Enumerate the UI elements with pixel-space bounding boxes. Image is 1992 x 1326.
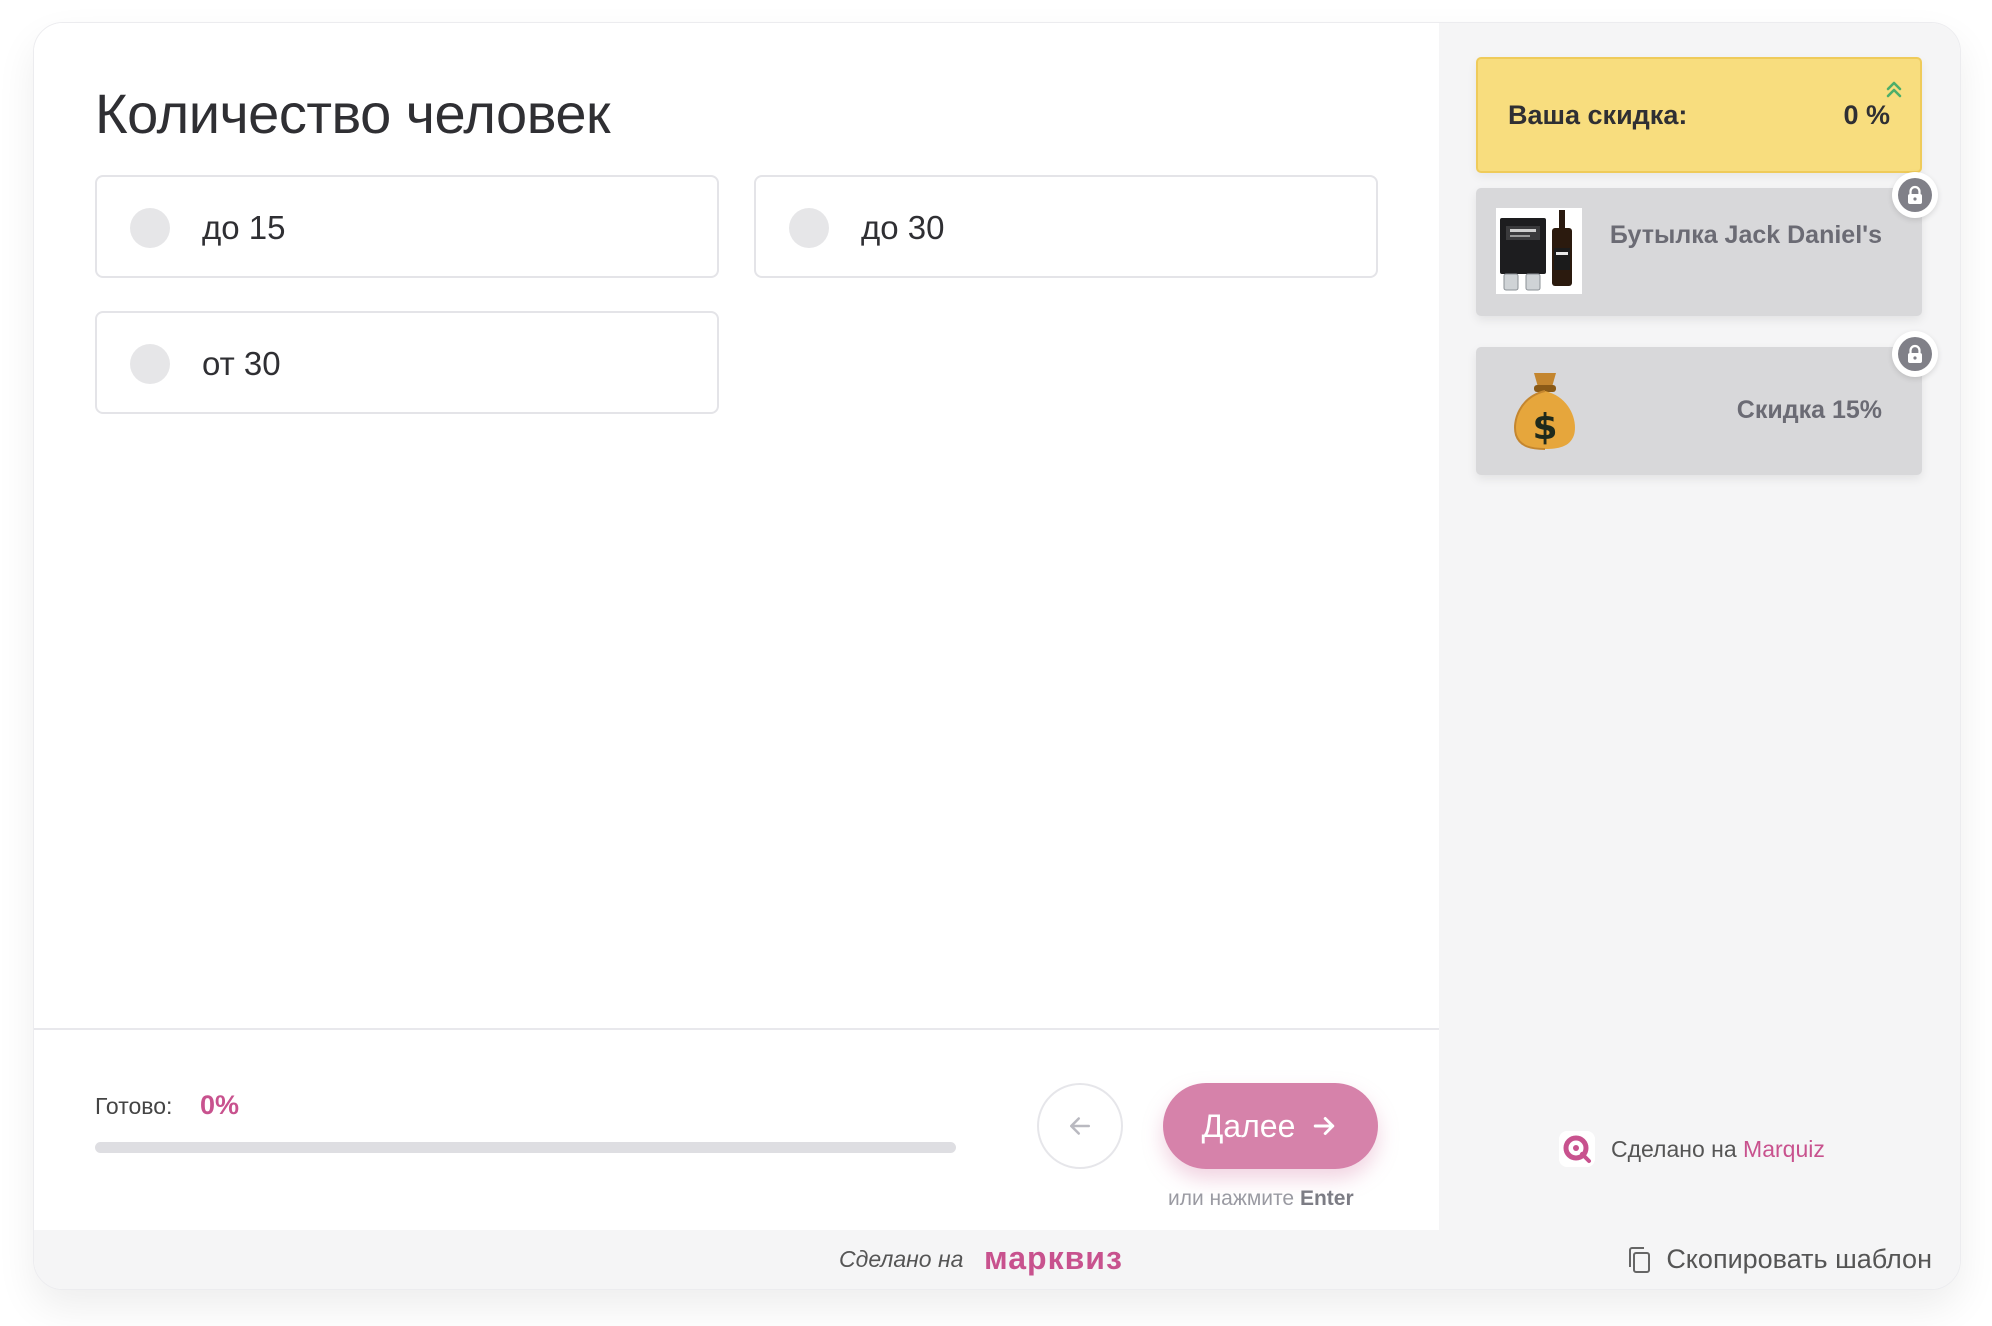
bonus-discount-15: $ Скидка 15% xyxy=(1476,331,1938,475)
arrow-right-icon xyxy=(1314,1117,1335,1135)
bonus-jack-daniels: Бутылка Jack Daniel's xyxy=(1476,172,1938,316)
bonus-label: Скидка 15% xyxy=(1736,396,1882,424)
discount-box: Ваша скидка: 0 % xyxy=(1476,57,1922,173)
option-from-30[interactable]: от 30 xyxy=(95,311,719,414)
option-label: до 30 xyxy=(861,209,945,246)
progress-percent: 0% xyxy=(200,1090,240,1120)
bonus-label: Бутылка Jack Daniel's xyxy=(1609,221,1882,249)
enter-hint: или нажмите Enter xyxy=(1168,1187,1354,1211)
hint-prefix: или нажмите xyxy=(1168,1187,1295,1210)
footer-bar: Сделано на марквиз Скопировать шаблон xyxy=(34,1230,1960,1289)
arrow-left-icon xyxy=(1070,1117,1090,1135)
sidebar: Ваша скидка: 0 % Бутылка Jack Daniel's $… xyxy=(1439,23,1960,1230)
discount-value: 0 % xyxy=(1843,100,1890,130)
whiskey-gift-image xyxy=(1496,208,1582,294)
quiz-card: Количество человек до 15 до 30 от 30 Гот… xyxy=(33,22,1961,1290)
marquiz-logo-icon xyxy=(1559,1131,1595,1167)
radio-circle[interactable] xyxy=(130,208,170,248)
question-title: Количество человек xyxy=(95,82,610,145)
back-button[interactable] xyxy=(1037,1083,1123,1169)
copy-icon xyxy=(1629,1246,1651,1273)
svg-text:$: $ xyxy=(1532,407,1557,448)
progress-label: Готово: xyxy=(95,1093,173,1119)
option-label: до 15 xyxy=(202,209,286,246)
next-button-label: Далее xyxy=(1201,1107,1296,1144)
progress-bar xyxy=(95,1142,956,1153)
hint-key: Enter xyxy=(1299,1187,1354,1210)
question-panel: Количество человек до 15 до 30 от 30 Гот… xyxy=(34,23,1439,1230)
double-chevron-up-icon xyxy=(1886,81,1902,98)
discount-label: Ваша скидка: xyxy=(1508,100,1688,130)
radio-circle[interactable] xyxy=(130,344,170,384)
made-brand: Marquiz xyxy=(1743,1135,1825,1162)
copy-template-label: Скопировать шаблон xyxy=(1666,1244,1932,1274)
option-up-to-15[interactable]: до 15 xyxy=(95,175,719,278)
lock-badge xyxy=(1892,172,1938,218)
next-button[interactable]: Далее xyxy=(1163,1083,1378,1169)
divider xyxy=(34,1028,1439,1030)
made-on-marquiz-link[interactable]: Сделано на Marquiz xyxy=(1559,1131,1825,1167)
made-prefix: Сделано на xyxy=(1611,1135,1737,1162)
radio-circle[interactable] xyxy=(789,208,829,248)
copy-template-button[interactable]: Скопировать шаблон xyxy=(1626,1244,1932,1275)
money-bag-icon: $ xyxy=(1514,373,1575,450)
footer-made-on: Сделано на xyxy=(839,1246,964,1272)
option-label: от 30 xyxy=(202,345,281,382)
option-up-to-30[interactable]: до 30 xyxy=(754,175,1378,278)
lock-icon xyxy=(1908,344,1922,363)
lock-badge xyxy=(1892,331,1938,377)
marquiz-logo[interactable]: марквиз xyxy=(984,1240,1123,1277)
lock-icon xyxy=(1908,185,1922,204)
